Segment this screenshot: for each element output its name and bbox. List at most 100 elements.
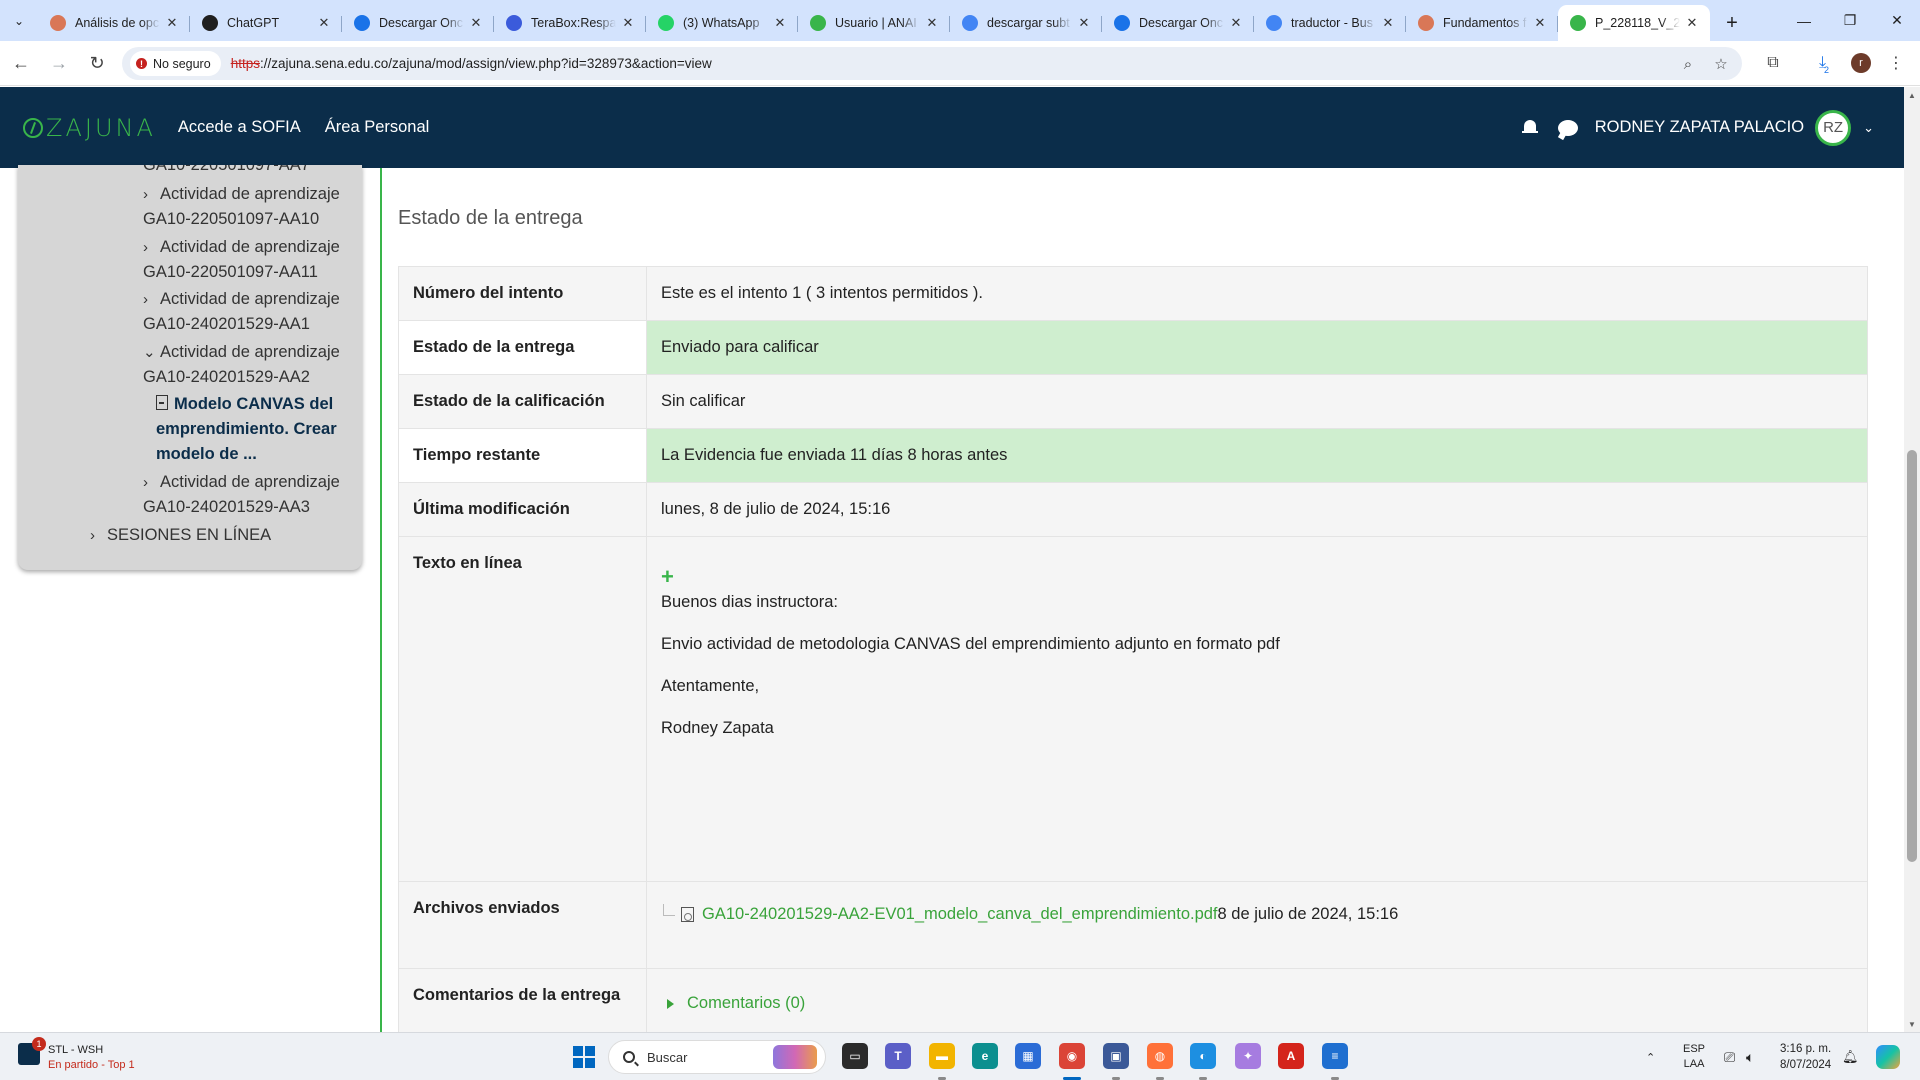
browser-tab[interactable]: Descargar Onc ✕ [1102, 5, 1254, 41]
assignment-doc-icon [156, 395, 168, 410]
restore-icon[interactable]: ❐ [1827, 0, 1873, 41]
url-text[interactable]: https://zajuna.sena.edu.co/zajuna/mod/as… [231, 56, 712, 71]
messenger-icon[interactable]: ◐ [1190, 1043, 1216, 1069]
tab-close-icon[interactable]: ✕ [1076, 15, 1092, 31]
tab-search-chevron-icon[interactable]: ⌄ [0, 0, 38, 41]
widgets-button[interactable]: 1 STL - WSH En partido - Top 1 [18, 1037, 135, 1073]
close-window-icon[interactable]: ✕ [1874, 0, 1920, 41]
nav-link-sofia[interactable]: Accede a SOFIA [178, 118, 301, 137]
tab-title: TeraBox:Respal [531, 16, 616, 30]
minimize-icon[interactable]: — [1781, 0, 1827, 41]
attempt-value: Este es el intento 1 ( 3 intentos permit… [646, 266, 1868, 321]
drawer-activity-aa2[interactable]: ⌄ Actividad de aprendizaje GA10-240201529… [143, 340, 340, 390]
clock-time: 3:16 p. m. [1780, 1043, 1832, 1055]
expand-plus-icon[interactable]: + [661, 566, 1853, 588]
comments-link[interactable]: Comentarios (0) [687, 994, 805, 1013]
comments-toggle[interactable]: Comentarios (0) [661, 994, 1853, 1013]
start-windows-icon[interactable] [573, 1046, 595, 1068]
windows-taskbar: 1 STL - WSH En partido - Top 1 Buscar ▭ T… [0, 1032, 1920, 1080]
forward-arrow-icon[interactable]: → [42, 46, 76, 80]
firefox-icon[interactable]: ◍ [1147, 1043, 1173, 1069]
drawer-activity-aa10[interactable]: › Actividad de aprendizaje GA10-220501097… [143, 182, 340, 232]
browser-tab[interactable]: P_228118_V_2(✕ [1558, 5, 1710, 41]
clock-date: 8/07/2024 [1780, 1059, 1832, 1071]
taskbar-search[interactable]: Buscar [608, 1040, 826, 1074]
volume-icon[interactable]: 🔈︎ [1746, 1033, 1754, 1080]
address-bar[interactable]: ! No seguro https://zajuna.sena.edu.co/z… [122, 47, 1742, 80]
chrome-icon[interactable]: ◉ [1059, 1043, 1085, 1069]
copilot-icon[interactable] [1876, 1033, 1900, 1080]
zoom-icon[interactable]: ⌕ [1677, 53, 1699, 75]
tab-close-icon[interactable]: ✕ [164, 15, 180, 31]
notepad-icon[interactable]: ≡ [1322, 1043, 1348, 1069]
drawer-activity-aa1[interactable]: › Actividad de aprendizaje GA10-240201529… [143, 287, 340, 337]
tab-title: Fundamentos f [1443, 16, 1527, 30]
tab-close-icon[interactable]: ✕ [468, 15, 484, 31]
tab-close-icon[interactable]: ✕ [772, 15, 788, 31]
tab-close-icon[interactable]: ✕ [1228, 15, 1244, 31]
drawer-activity-aa3[interactable]: › Actividad de aprendizaje GA10-240201529… [143, 470, 340, 520]
store-icon[interactable]: ▦ [1015, 1043, 1041, 1069]
acrobat-icon[interactable]: A [1278, 1043, 1304, 1069]
profile-button[interactable]: r [1845, 46, 1877, 80]
user-avatar[interactable]: RZ [1815, 109, 1852, 146]
browser-tab[interactable]: Descargar Onc ✕ [342, 5, 494, 41]
browser-tab[interactable]: descargar subt ✕ [950, 5, 1102, 41]
activity-code: GA10-240201529-AA1 [143, 315, 310, 333]
tab-close-icon[interactable]: ✕ [1532, 15, 1548, 31]
teams-icon[interactable]: T [885, 1043, 911, 1069]
network-icon[interactable]: ⎚ [1724, 1033, 1735, 1080]
user-menu-chevron-icon[interactable]: ⌄ [1863, 120, 1874, 136]
clock[interactable]: 3:16 p. m. 8/07/2024 [1780, 1033, 1831, 1080]
scrollbar-thumb[interactable] [1907, 450, 1917, 862]
course-index-drawer: GA10-220501097-AA7 › Actividad de aprendi… [18, 165, 362, 570]
back-arrow-icon[interactable]: ← [4, 46, 38, 80]
tab-close-icon[interactable]: ✕ [1380, 15, 1396, 31]
system-app-icon[interactable]: ▣ [1103, 1043, 1129, 1069]
time-label: Tiempo restante [398, 428, 647, 483]
tab-close-icon[interactable]: ✕ [316, 15, 332, 31]
submitted-file-link[interactable]: GA10-240201529-AA2-EV01_modelo_canva_del… [702, 905, 1218, 924]
tab-close-icon[interactable]: ✕ [620, 15, 636, 31]
widget-title: STL - WSH [48, 1044, 104, 1056]
show-hidden-icons-chevron-icon[interactable]: ⌃ [1646, 1033, 1655, 1080]
scroll-down-arrow-icon[interactable]: ▼ [1904, 1016, 1920, 1032]
messages-chat-icon[interactable] [1557, 119, 1578, 136]
downloads-icon[interactable]: ⤓ 2 [1808, 46, 1840, 80]
drawer-active-assignment[interactable]: Modelo CANVAS del emprendimiento. Crear … [156, 392, 356, 467]
task-view-icon[interactable]: ▭ [842, 1043, 868, 1069]
browser-tab[interactable]: traductor - Bus ✕ [1254, 5, 1406, 41]
extensions-icon[interactable]: ⧉ [1757, 46, 1789, 80]
browser-tab[interactable]: ChatGPT ✕ [190, 5, 342, 41]
browser-menu-icon[interactable]: ⋮ [1880, 46, 1912, 80]
activity-title: Actividad de aprendizaje [160, 185, 340, 203]
reload-icon[interactable]: ↻ [80, 46, 114, 80]
user-name[interactable]: RODNEY ZAPATA PALACIO [1595, 118, 1804, 137]
tab-close-icon[interactable]: ✕ [924, 15, 940, 31]
chevron-right-icon: › [143, 186, 148, 203]
browser-tab[interactable]: Fundamentos f ✕ [1406, 5, 1558, 41]
security-chip[interactable]: ! No seguro [130, 51, 221, 76]
drawer-sessions[interactable]: › SESIONES EN LÍNEA [90, 523, 271, 548]
notification-bell-icon[interactable]: 🔔︎ [1842, 1033, 1859, 1080]
browser-tab[interactable]: Análisis de opc ✕ [38, 5, 190, 41]
browser-tab[interactable]: Usuario | ANAI ✕ [798, 5, 950, 41]
drawer-activity-aa11[interactable]: › Actividad de aprendizaje GA10-220501097… [143, 235, 340, 285]
active-line-1: Modelo CANVAS del [174, 395, 334, 413]
edge-icon[interactable]: e [972, 1043, 998, 1069]
file-explorer-icon[interactable]: ▬ [929, 1043, 955, 1069]
scroll-up-arrow-icon[interactable]: ▲ [1904, 87, 1920, 103]
language-indicator[interactable]: ESP LAA [1683, 1033, 1705, 1080]
zajuna-logo[interactable]: ZAJUNA [23, 114, 156, 142]
nav-link-area-personal[interactable]: Área Personal [325, 118, 430, 137]
tab-close-icon[interactable]: ✕ [1684, 15, 1700, 31]
gemini-icon[interactable]: ✦ [1235, 1043, 1261, 1069]
page-scrollbar[interactable]: ▲ ▼ [1904, 87, 1920, 1032]
drawer-item-cut[interactable]: GA10-220501097-AA7 [143, 165, 310, 178]
bookmark-star-icon[interactable]: ☆ [1710, 53, 1732, 75]
new-tab-button[interactable]: + [1714, 5, 1750, 41]
browser-tab[interactable]: TeraBox:Respal ✕ [494, 5, 646, 41]
notifications-bell-icon[interactable] [1521, 119, 1538, 136]
browser-tab[interactable]: (3) WhatsApp ✕ [646, 5, 798, 41]
leaf-logo-icon [23, 117, 43, 138]
